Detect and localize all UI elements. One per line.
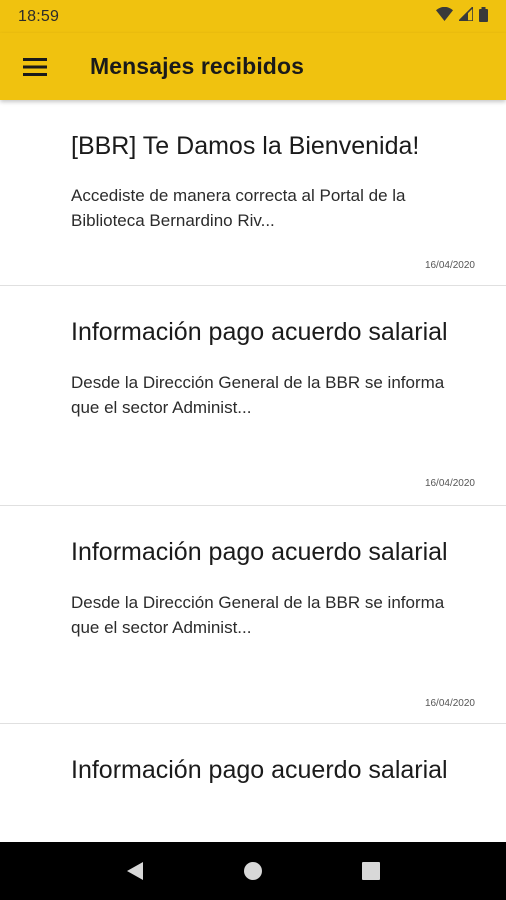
message-date: 16/04/2020 bbox=[424, 478, 475, 489]
message-date: 16/04/2020 bbox=[424, 260, 475, 271]
hamburger-menu-icon[interactable] bbox=[0, 33, 70, 100]
message-title: Información pago acuerdo salarial bbox=[71, 538, 448, 566]
battery-icon bbox=[479, 6, 488, 27]
system-nav-bar bbox=[0, 842, 506, 900]
message-item[interactable]: Información pago acuerdo salarial Desde … bbox=[0, 286, 506, 506]
home-icon[interactable] bbox=[233, 851, 273, 891]
cell-signal-icon bbox=[457, 5, 474, 26]
page-title: Mensajes recibidos bbox=[90, 53, 304, 79]
message-preview: Accediste de manera correcta al Portal d… bbox=[71, 186, 406, 230]
message-item[interactable]: Información pago acuerdo salarial bbox=[0, 724, 506, 842]
app-bar: Mensajes recibidos bbox=[0, 33, 506, 100]
message-preview: Desde la Dirección General de la BBR se … bbox=[71, 373, 445, 417]
recents-icon[interactable] bbox=[351, 851, 391, 891]
message-title: Información pago acuerdo salarial bbox=[71, 756, 448, 784]
message-title: Información pago acuerdo salarial bbox=[71, 318, 448, 346]
status-time: 18:59 bbox=[18, 7, 60, 25]
status-bar: 18:59 bbox=[0, 0, 506, 33]
wifi-icon bbox=[436, 6, 453, 26]
message-title: [BBR] Te Damos la Bienvenida! bbox=[71, 132, 420, 160]
back-icon[interactable] bbox=[115, 851, 155, 891]
status-icons bbox=[436, 5, 488, 27]
message-preview: Desde la Dirección General de la BBR se … bbox=[71, 593, 445, 637]
message-list[interactable]: [BBR] Te Damos la Bienvenida! Accediste … bbox=[0, 100, 506, 842]
message-date: 16/04/2020 bbox=[424, 698, 475, 709]
message-item[interactable]: [BBR] Te Damos la Bienvenida! Accediste … bbox=[0, 100, 506, 286]
message-item[interactable]: Información pago acuerdo salarial Desde … bbox=[0, 506, 506, 724]
